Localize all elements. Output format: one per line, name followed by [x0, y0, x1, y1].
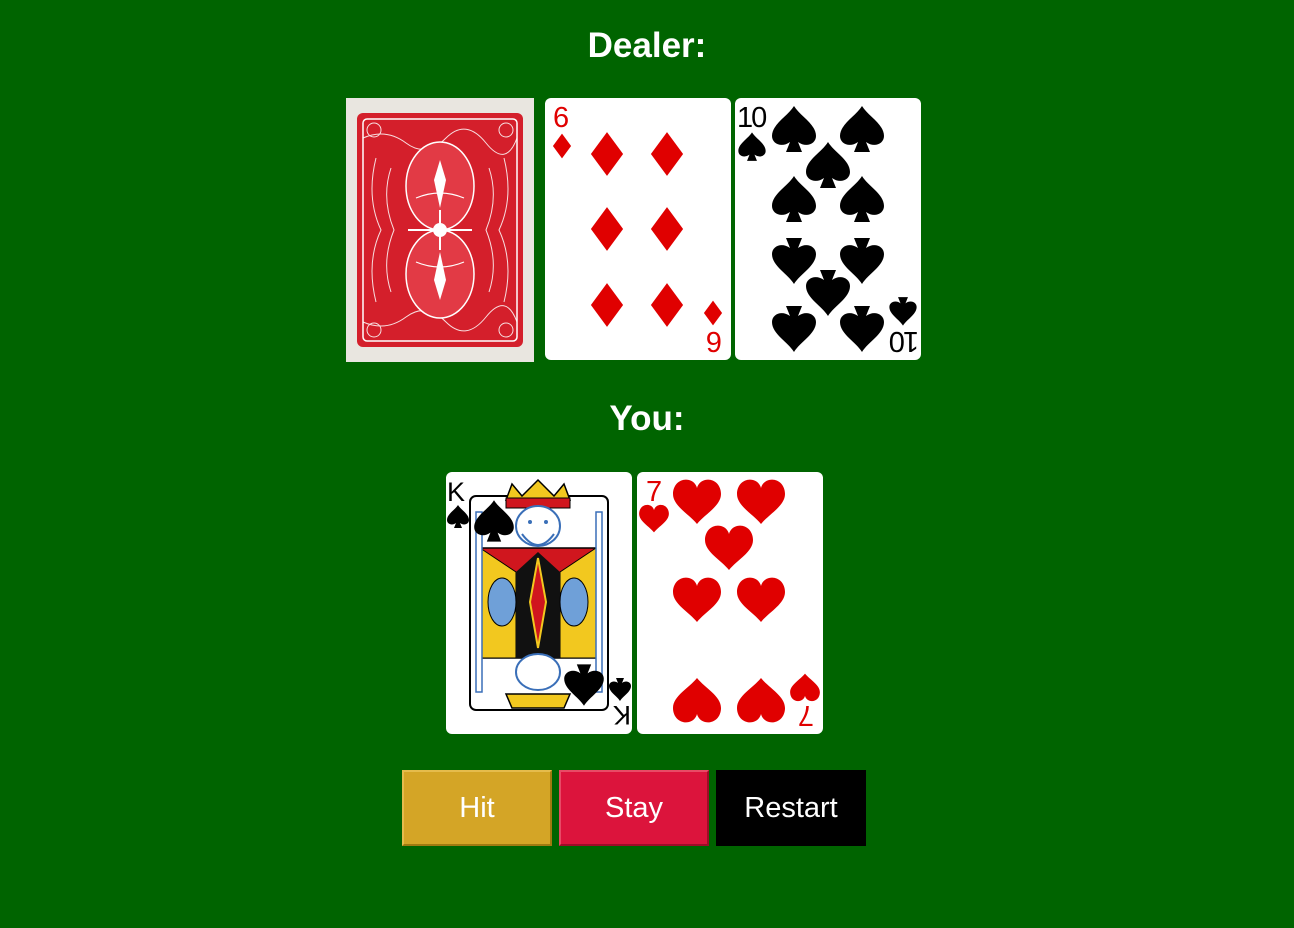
dealer-title: Dealer: — [587, 26, 707, 65]
card-rank-corner-flipped: 10 — [890, 325, 919, 357]
restart-button[interactable]: Restart — [716, 770, 866, 846]
card-rank-corner: 7 — [646, 476, 662, 508]
card-rank-corner-flipped: 6 — [706, 325, 722, 357]
card-rank-corner: 10 — [737, 102, 766, 134]
card-rank-corner-flipped: 7 — [798, 699, 814, 731]
card-rank-corner: 6 — [553, 102, 569, 134]
card-king-of-spades: K K — [446, 472, 632, 734]
card-ten-of-spades: 10 10 — [735, 98, 921, 360]
card-back-pattern-icon — [346, 98, 534, 362]
stay-button[interactable]: Stay — [559, 770, 709, 846]
action-buttons: Hit Stay Restart — [0, 770, 1294, 846]
card-rank-corner: K — [447, 477, 465, 507]
card-six-of-diamonds: 6 6 — [545, 98, 731, 360]
card-seven-of-hearts: 7 7 — [637, 472, 823, 734]
card-rank-corner-flipped: K — [613, 700, 631, 730]
dealer-hand: 6 6 10 10 — [0, 98, 1294, 362]
player-title: You: — [609, 399, 685, 438]
player-hand: K K 7 7 — [0, 472, 1294, 736]
hit-button[interactable]: Hit — [402, 770, 552, 846]
card-back — [346, 98, 534, 362]
